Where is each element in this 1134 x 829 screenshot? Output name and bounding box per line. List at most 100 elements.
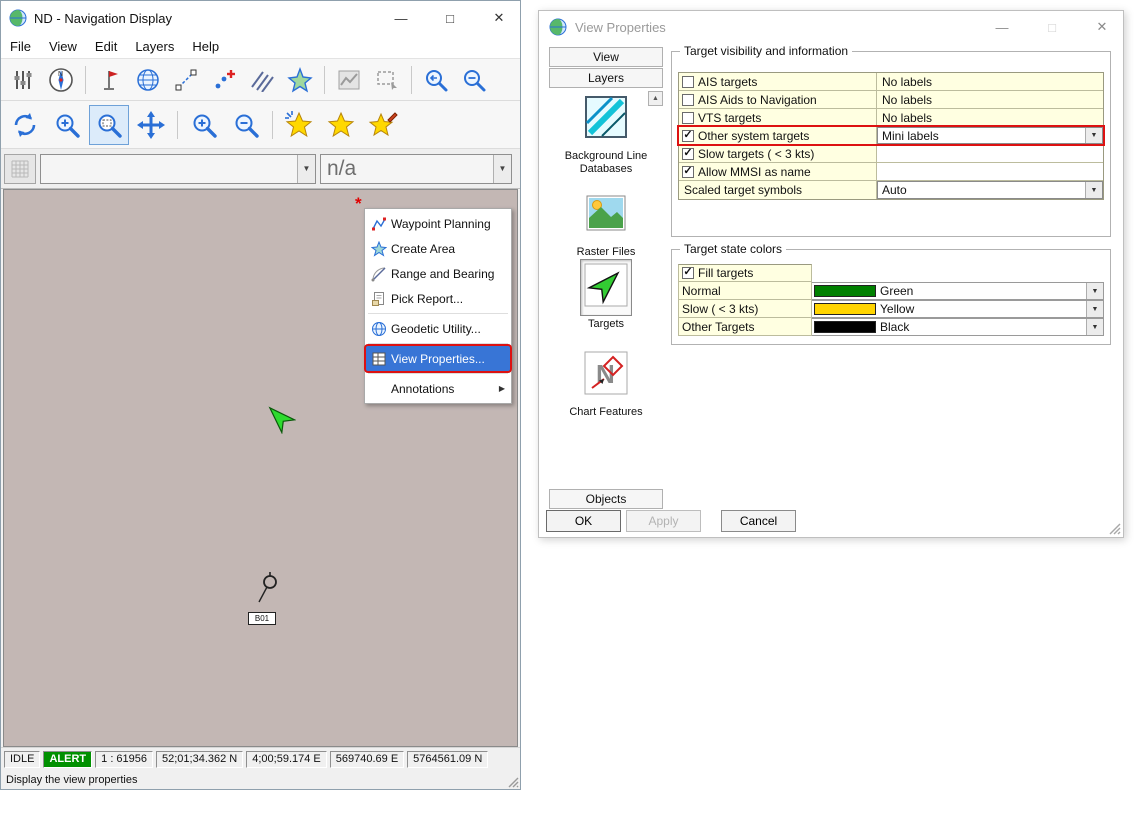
row-slow-color: Slow ( < 3 kts) Yellow ▼ xyxy=(678,300,1104,318)
star-new-button[interactable] xyxy=(279,105,319,145)
cancel-button[interactable]: Cancel xyxy=(721,510,796,532)
parallel-index-lines-button[interactable] xyxy=(244,63,280,97)
dialog-title: View Properties xyxy=(575,20,973,35)
other-targets-color-combobox[interactable]: Black ▼ xyxy=(812,318,1104,336)
nd-maximize-button[interactable]: □ xyxy=(429,1,471,35)
group-title: Target state colors xyxy=(680,242,786,256)
apply-button[interactable]: Apply xyxy=(626,510,701,532)
nd-minimize-button[interactable]: — xyxy=(380,1,422,35)
draw-line-button[interactable] xyxy=(168,63,204,97)
menu-item-view-properties[interactable]: View Properties... xyxy=(366,346,510,371)
tab-layers[interactable]: Layers xyxy=(549,68,663,88)
ok-button[interactable]: OK xyxy=(546,510,621,532)
waypoint-flag-button[interactable] xyxy=(92,63,128,97)
menu-help[interactable]: Help xyxy=(183,35,228,58)
zoom-out-button[interactable] xyxy=(226,105,266,145)
vts-targets-checkbox[interactable] xyxy=(682,112,694,124)
map-area[interactable]: * B01 Waypoint Planning Create Area Rang… xyxy=(3,189,518,747)
chevron-down-icon[interactable]: ▼ xyxy=(297,155,315,183)
row-label: Other system targets xyxy=(698,129,809,143)
ais-targets-checkbox[interactable] xyxy=(682,76,694,88)
zoom-previous-button[interactable] xyxy=(418,63,454,97)
target-symbol[interactable] xyxy=(254,572,290,610)
nd-toolbar-view xyxy=(1,101,520,149)
grid-tool-button[interactable] xyxy=(4,154,36,184)
other-system-targets-checkbox[interactable]: ✓ xyxy=(682,130,694,142)
waypoint-flag-icon xyxy=(99,68,121,92)
menu-item-range-and-bearing[interactable]: Range and Bearing xyxy=(366,261,510,286)
mode-combobox[interactable]: n/a ▼ xyxy=(320,154,512,184)
menu-file[interactable]: File xyxy=(1,35,40,58)
menu-item-create-area[interactable]: Create Area xyxy=(366,236,510,261)
zoom-in-button[interactable] xyxy=(184,105,224,145)
menu-edit[interactable]: Edit xyxy=(86,35,126,58)
compass-button[interactable]: N xyxy=(43,63,79,97)
zoom-out-tool-button[interactable] xyxy=(456,63,492,97)
globe-button[interactable] xyxy=(130,63,166,97)
status-alert-badge: ALERT xyxy=(43,751,92,768)
menu-item-geodetic-utility[interactable]: Geodetic Utility... xyxy=(366,316,510,341)
tab-objects[interactable]: Objects xyxy=(549,489,663,509)
chart-tool-button-disabled[interactable] xyxy=(331,63,367,97)
dialog-close-button[interactable]: ✕ xyxy=(1081,11,1123,43)
slow-targets-checkbox[interactable]: ✓ xyxy=(682,148,694,160)
create-area-button[interactable] xyxy=(282,63,318,97)
refresh-view-button[interactable] xyxy=(5,105,45,145)
layer-item-raster-files[interactable]: Raster Files xyxy=(549,187,663,259)
resize-grip-icon[interactable] xyxy=(507,776,519,788)
scaled-target-symbols-combobox[interactable]: Auto ▼ xyxy=(877,181,1103,199)
menu-view[interactable]: View xyxy=(40,35,86,58)
row-label: Scaled target symbols xyxy=(682,183,802,197)
channel-sliders-button[interactable] xyxy=(5,63,41,97)
star-edit-button[interactable] xyxy=(363,105,403,145)
chevron-down-icon[interactable]: ▼ xyxy=(1086,319,1103,335)
chevron-down-icon[interactable]: ▼ xyxy=(1085,182,1102,198)
tab-view[interactable]: View xyxy=(549,47,663,67)
zoom-in-tool-button[interactable] xyxy=(47,105,87,145)
row-value-empty xyxy=(877,145,1103,162)
zoom-previous-icon xyxy=(423,67,449,93)
menu-layers[interactable]: Layers xyxy=(126,35,183,58)
pan-arrows-icon xyxy=(136,110,166,140)
star-new-icon xyxy=(284,110,314,140)
layer-item-targets[interactable]: Targets xyxy=(549,259,663,331)
slow-color-combobox[interactable]: Yellow ▼ xyxy=(812,300,1104,318)
scale-combobox[interactable]: ▼ xyxy=(40,154,316,184)
select-rectangle-button-disabled[interactable] xyxy=(369,63,405,97)
chevron-down-icon[interactable]: ▼ xyxy=(1086,301,1103,317)
mode-combobox-value: n/a xyxy=(321,157,493,181)
target-label: B01 xyxy=(248,612,276,625)
dialog-resize-grip-icon[interactable] xyxy=(1108,522,1121,535)
add-points-button[interactable] xyxy=(206,63,242,97)
normal-color-combobox[interactable]: Green ▼ xyxy=(812,282,1104,300)
nd-window-title: ND - Navigation Display xyxy=(34,11,373,26)
ais-aids-checkbox[interactable] xyxy=(682,94,694,106)
menu-item-waypoint-planning[interactable]: Waypoint Planning xyxy=(366,211,510,236)
toolbar-separator xyxy=(324,66,325,94)
fill-targets-checkbox[interactable]: ✓ xyxy=(682,267,694,279)
pan-button[interactable] xyxy=(131,105,171,145)
row-label: VTS targets xyxy=(698,111,761,125)
allow-mmsi-checkbox[interactable]: ✓ xyxy=(682,166,694,178)
layer-item-background-line-databases[interactable]: Background Line Databases xyxy=(549,91,663,176)
own-ship-symbol[interactable] xyxy=(262,400,296,434)
menu-item-pick-report[interactable]: Pick Report... xyxy=(366,286,510,311)
row-value: No labels xyxy=(877,109,1103,126)
row-label: Fill targets xyxy=(698,266,753,280)
chevron-down-icon[interactable]: ▼ xyxy=(1086,283,1103,299)
chevron-down-icon[interactable]: ▼ xyxy=(493,155,511,183)
dialog-minimize-button[interactable]: — xyxy=(981,11,1023,43)
chevron-down-icon[interactable]: ▼ xyxy=(1085,128,1102,143)
nd-combo-row: ▼ n/a ▼ xyxy=(1,149,520,189)
dialog-maximize-button[interactable]: □ xyxy=(1031,11,1073,43)
other-system-targets-combobox[interactable]: Mini labels ▼ xyxy=(877,127,1103,144)
zoom-in-icon xyxy=(190,111,218,139)
row-scaled-target-symbols: Scaled target symbols Auto ▼ xyxy=(679,181,1103,199)
star-button[interactable] xyxy=(321,105,361,145)
toolbar-separator xyxy=(85,66,86,94)
menu-item-annotations[interactable]: Annotations ▶ xyxy=(366,376,510,401)
row-value-empty xyxy=(877,163,1103,180)
layer-item-chart-features[interactable]: N Chart Features xyxy=(549,347,663,419)
zoom-window-button-selected[interactable] xyxy=(89,105,129,145)
nd-close-button[interactable]: ✕ xyxy=(478,1,520,35)
